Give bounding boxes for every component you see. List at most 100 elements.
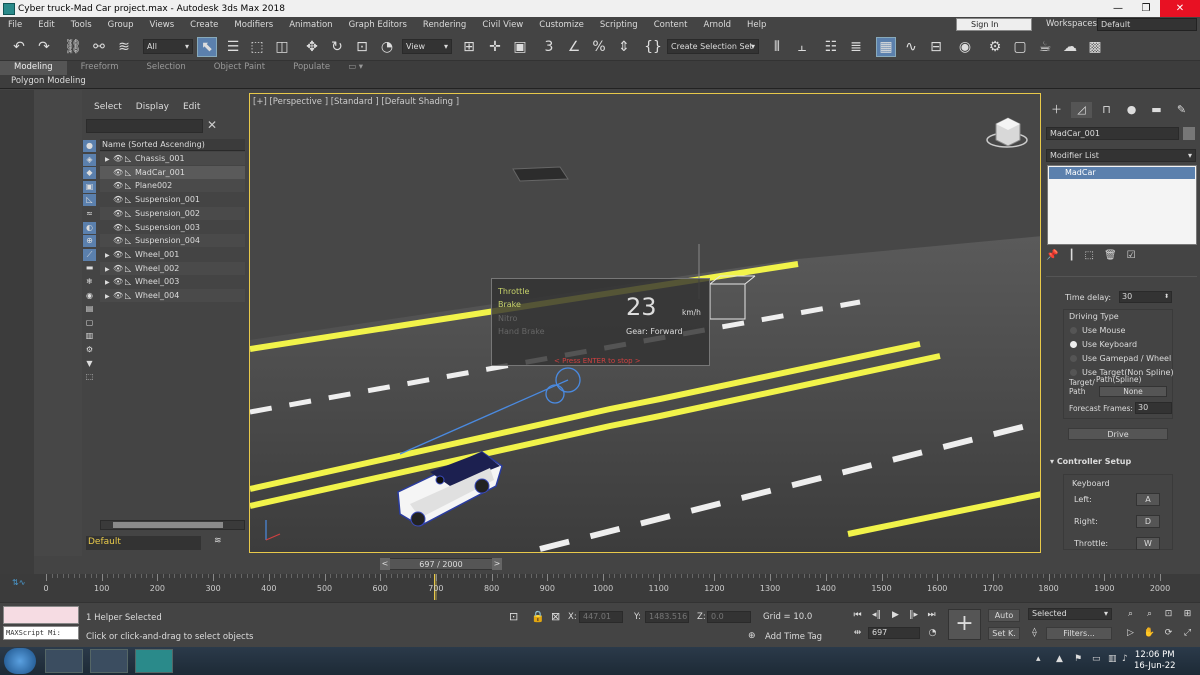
percent-snap-icon[interactable]: %: [589, 37, 609, 57]
start-button[interactable]: [4, 648, 36, 674]
explorer-menu-edit[interactable]: Edit: [183, 102, 200, 112]
curve-editor-icon[interactable]: ∿: [901, 37, 921, 57]
clear-search-icon[interactable]: ✕: [207, 118, 217, 132]
sync-selection-icon[interactable]: ⚙: [83, 344, 96, 356]
right-key-button[interactable]: D: [1136, 515, 1160, 528]
tray-display-icon[interactable]: ▭: [1092, 654, 1101, 664]
visibility-eye-icon[interactable]: 👁: [113, 221, 125, 234]
display-bones-icon[interactable]: ⟋: [83, 248, 96, 261]
zoom-extents-all-icon[interactable]: ⊞: [1181, 608, 1194, 621]
play-icon[interactable]: ▶: [889, 609, 902, 622]
explorer-menu-select[interactable]: Select: [94, 102, 122, 112]
menu-views[interactable]: Views: [142, 20, 183, 30]
radio-use-mouse[interactable]: Use Mouse: [1070, 326, 1125, 335]
display-geometry-icon[interactable]: ●: [83, 140, 96, 152]
select-by-name-icon[interactable]: ☰: [223, 37, 243, 57]
visibility-eye-icon[interactable]: 👁: [113, 289, 125, 302]
mini-curve-editor-icon[interactable]: ⇅∿: [12, 578, 25, 587]
object-row[interactable]: ▶ 👁 ◺ Wheel_003: [100, 275, 245, 288]
display-space-warps-icon[interactable]: ≈: [83, 208, 96, 220]
rendered-frame-window-icon[interactable]: ▢: [1010, 37, 1030, 57]
key-mode-toggle-icon[interactable]: ⇹: [851, 627, 864, 640]
undo-icon[interactable]: ↶: [9, 37, 29, 57]
system-clock[interactable]: 12:06 PM 16-Jun-22: [1134, 650, 1176, 672]
rotate-icon[interactable]: ↻: [327, 37, 347, 57]
display-tab-icon[interactable]: ▬: [1146, 102, 1167, 118]
expand-arrow-icon[interactable]: ▶: [105, 290, 113, 303]
view-cube[interactable]: [986, 117, 1028, 148]
tab-freeform[interactable]: Freeform: [67, 61, 133, 75]
tray-app-icon[interactable]: ▲: [1056, 654, 1063, 664]
edit-named-selection-icon[interactable]: {}: [643, 37, 663, 57]
tab-populate[interactable]: Populate: [279, 61, 344, 75]
mirror-icon[interactable]: ⫴: [767, 37, 787, 57]
expand-arrow-icon[interactable]: ▶: [105, 276, 113, 289]
object-row[interactable]: ▶ 👁 ◺ Wheel_001: [100, 248, 245, 261]
display-invert-icon[interactable]: ▥: [83, 330, 96, 342]
align-icon[interactable]: ⫠: [792, 37, 812, 57]
isolate-selection-icon[interactable]: ⊡: [509, 610, 518, 623]
time-slider-thumb[interactable]: 697 / 2000: [380, 558, 502, 570]
explorer-menu-display[interactable]: Display: [136, 102, 169, 112]
display-all-icon[interactable]: ▤: [83, 303, 96, 315]
menu-civil-view[interactable]: Civil View: [474, 20, 531, 30]
display-helpers-icon[interactable]: ◺: [83, 194, 96, 207]
menu-modifiers[interactable]: Modifiers: [226, 20, 281, 30]
display-none-icon[interactable]: ▢: [83, 317, 96, 329]
y-coordinate-field[interactable]: 1483.516: [645, 611, 689, 623]
explorer-horizontal-scrollbar[interactable]: [100, 520, 245, 530]
next-frame-icon[interactable]: ‖▸: [907, 609, 920, 622]
spinner-snap-icon[interactable]: ⇕: [614, 37, 634, 57]
select-manipulate-icon[interactable]: ✛: [485, 37, 505, 57]
menu-edit[interactable]: Edit: [30, 20, 62, 30]
render-in-cloud-icon[interactable]: ☁: [1060, 37, 1080, 57]
key-filters-icon[interactable]: ⟠: [1028, 627, 1041, 640]
drive-button[interactable]: Drive: [1068, 428, 1168, 440]
forecast-frames-spinner[interactable]: 30: [1135, 402, 1172, 414]
configure-modifier-sets-icon[interactable]: ☑: [1127, 250, 1136, 261]
show-end-result-icon[interactable]: ┃: [1068, 250, 1074, 261]
menu-group[interactable]: Group: [100, 20, 142, 30]
spinner-arrows-icon[interactable]: ⬍: [1164, 292, 1169, 302]
expand-arrow-icon[interactable]: ▶: [105, 249, 113, 262]
pan-view-icon[interactable]: ✋: [1143, 627, 1156, 640]
visibility-eye-icon[interactable]: 👁: [113, 179, 125, 192]
find-icon[interactable]: ⬚: [83, 371, 96, 383]
visibility-eye-icon[interactable]: 👁: [113, 234, 125, 247]
tab-object-paint[interactable]: Object Paint: [200, 61, 279, 75]
track-bar[interactable]: ⇅∿ 0 100 200 300 400 500 600 700 800 900 1000 1100 1…: [0, 574, 1200, 602]
display-cameras-icon[interactable]: ▣: [83, 180, 96, 193]
hierarchy-tab-icon[interactable]: ⊓: [1096, 102, 1117, 118]
perspective-viewport[interactable]: Throttle Brake Nitro Hand Brake 23 km/h …: [249, 93, 1041, 553]
object-color-swatch[interactable]: [1183, 127, 1195, 140]
window-crossing-icon[interactable]: ◫: [272, 37, 292, 57]
redo-icon[interactable]: ↷: [34, 37, 54, 57]
display-lights-icon[interactable]: ◆: [83, 167, 96, 180]
make-unique-icon[interactable]: ⬚: [1084, 250, 1093, 261]
maximize-button[interactable]: ❐: [1132, 0, 1160, 17]
link-icon[interactable]: ⛓: [63, 37, 83, 57]
auto-key-button[interactable]: Auto: [988, 609, 1020, 622]
select-object-icon[interactable]: ⬉: [197, 37, 217, 57]
pivot-center-icon[interactable]: ⊞: [459, 37, 479, 57]
reference-coordinate-dropdown[interactable]: View: [402, 39, 452, 54]
time-tag-icon[interactable]: ⊕: [748, 631, 756, 641]
display-frozen-icon[interactable]: ❄: [83, 276, 96, 288]
pin-stack-icon[interactable]: 📌: [1046, 250, 1058, 261]
menu-graph-editors[interactable]: Graph Editors: [341, 20, 415, 30]
object-row[interactable]: 👁 ◺ MadCar_001: [100, 165, 245, 179]
filter-icon[interactable]: ▼: [83, 358, 96, 370]
time-delay-spinner[interactable]: 30 ⬍: [1119, 291, 1172, 303]
radio-use-keyboard[interactable]: Use Keyboard: [1070, 340, 1137, 349]
3ds-max-taskbar-icon[interactable]: [135, 649, 173, 673]
toggle-ribbon-icon[interactable]: ▦: [876, 37, 896, 57]
visibility-eye-icon[interactable]: 👁: [113, 152, 125, 165]
path-pick-button[interactable]: None: [1099, 386, 1167, 397]
object-row[interactable]: ▶ 👁 ◺ Wheel_002: [100, 261, 245, 275]
object-row[interactable]: 👁 ◺ Suspension_002: [100, 206, 245, 220]
toggle-layer-explorer-icon[interactable]: ≣: [846, 37, 866, 57]
key-mode-dropdown[interactable]: Selected ▾: [1028, 608, 1112, 620]
visibility-eye-icon[interactable]: 👁: [113, 166, 125, 179]
file-explorer-taskbar-icon[interactable]: [45, 649, 83, 673]
close-button[interactable]: ✕: [1160, 0, 1200, 17]
